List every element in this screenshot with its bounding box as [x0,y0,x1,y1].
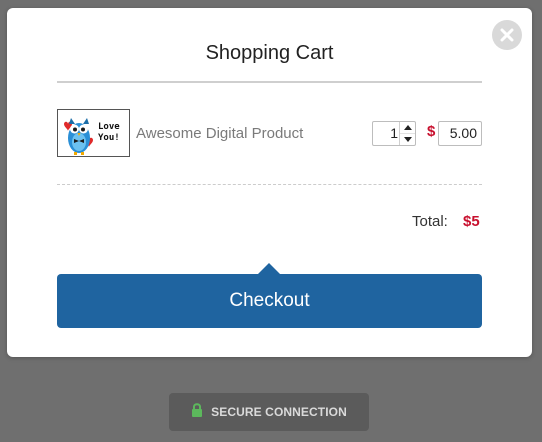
currency-symbol: $ [427,123,436,140]
shopping-cart-modal: Shopping Cart Love You! Awesome Digital … [7,8,532,357]
thumbnail-caption: Love You! [98,122,120,144]
caret-down-icon [403,137,412,142]
secure-connection-badge: SECURE CONNECTION [169,393,369,431]
thumbnail-caption-line1: Love [98,122,120,132]
lock-icon [191,402,203,422]
quantity-increment-button[interactable] [400,122,415,134]
caret-up-icon [403,125,412,130]
modal-title: Shopping Cart [205,42,334,64]
quantity-stepper[interactable]: 1 [372,121,416,146]
close-button[interactable] [492,20,522,50]
secure-connection-label: SECURE CONNECTION [211,405,347,419]
checkout-button[interactable]: Checkout [57,274,482,328]
quantity-input[interactable]: 1 [373,122,398,145]
total-value: $5 [463,213,480,230]
product-thumbnail: Love You! [57,109,130,157]
title-divider [57,81,482,83]
quantity-arrows [399,122,415,145]
cart-item: Love You! Awesome Digital Product 1 $ 5.… [57,108,482,160]
quantity-decrement-button[interactable] [400,134,415,145]
price-field[interactable]: 5.00 [438,121,482,146]
items-divider [57,184,482,185]
close-icon [499,27,515,43]
product-name[interactable]: Awesome Digital Product [136,125,303,142]
thumbnail-caption-line2: You! [98,133,120,143]
total-label: Total: [412,213,448,230]
